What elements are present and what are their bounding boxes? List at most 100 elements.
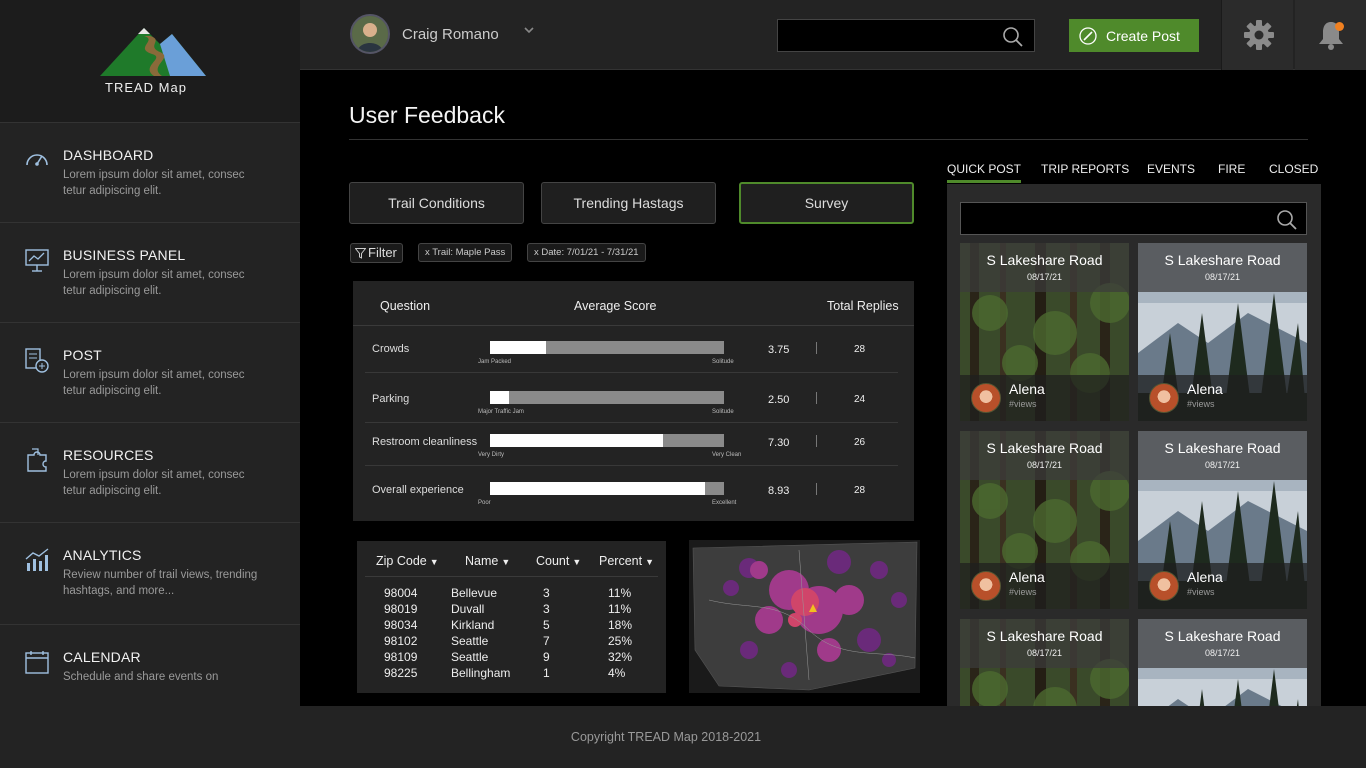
card-title: S Lakeshare Road: [1164, 440, 1281, 456]
card-username[interactable]: Alena: [1187, 381, 1223, 397]
average-score: 3.75: [768, 344, 790, 356]
survey-row: Restroom cleanliness Very Dirty Very Clean…: [353, 420, 914, 466]
filter-chip-trail[interactable]: x Trail: Maple Pass: [418, 243, 513, 262]
feed-search-input[interactable]: [960, 202, 1307, 235]
table-cell: 11%: [608, 586, 632, 600]
heat-map[interactable]: [689, 540, 920, 693]
tab-trending-hashtags[interactable]: Trending Hastags: [541, 182, 716, 224]
sidebar-item-post[interactable]: POST Lorem ipsum dolor sit amet, consec t…: [0, 322, 300, 422]
sidebar-item-business-panel[interactable]: BUSINESS PANEL Lorem ipsum dolor sit amet…: [0, 222, 300, 322]
sidebar-item-title: DASHBOARD: [63, 147, 154, 163]
card-views: #views: [1009, 399, 1037, 409]
column-header-percent[interactable]: Percent ▼: [599, 554, 654, 568]
post-card[interactable]: S Lakeshare Road08/17/21Alena#views: [1138, 619, 1307, 706]
table-cell: Bellevue: [451, 586, 498, 600]
column-header-name[interactable]: Name ▼: [465, 554, 510, 568]
tab-quick-post[interactable]: QUICK POST: [947, 162, 1022, 183]
mountain-logo-icon: [100, 28, 206, 76]
tab-survey[interactable]: Survey: [739, 182, 914, 224]
score-bar-fill: [490, 391, 509, 404]
divider: [816, 392, 817, 404]
table-row[interactable]: 98004 Bellevue 3 11%: [357, 586, 666, 602]
column-header-zip[interactable]: Zip Code ▼: [376, 554, 439, 568]
notifications-button[interactable]: [1295, 0, 1366, 70]
filter-chip-date[interactable]: x Date: 7/01/21 - 7/31/21: [527, 243, 646, 262]
total-replies: 28: [854, 485, 866, 496]
table-cell: 25%: [608, 634, 633, 648]
table-row[interactable]: 98034 Kirkland 5 18%: [357, 618, 666, 634]
divider: [816, 342, 817, 354]
scale-high-label: Solitude: [712, 409, 734, 415]
table-row[interactable]: 98102 Seattle 7 25%: [357, 634, 666, 650]
table-cell: 32%: [608, 650, 633, 664]
table-row[interactable]: 98225 Bellingham 1 4%: [357, 666, 666, 682]
post-card[interactable]: S Lakeshare Road08/17/21Alena#views: [1138, 243, 1307, 421]
tab-trip-reports[interactable]: TRIP REPORTS: [1041, 162, 1129, 176]
total-replies: 26: [854, 437, 866, 448]
card-username[interactable]: Alena: [1009, 569, 1045, 585]
feed-tabs: QUICK POST TRIP REPORTS EVENTS FIRE CLOS…: [947, 162, 1321, 184]
sidebar-item-description: Lorem ipsum dolor sit amet, consec tetur…: [63, 469, 245, 497]
column-header-count[interactable]: Count ▼: [536, 554, 581, 568]
avatar[interactable]: [1149, 571, 1179, 601]
tab-trail-conditions[interactable]: Trail Conditions: [349, 182, 524, 224]
avatar[interactable]: [971, 571, 1001, 601]
sidebar: TREAD Map DASHBOARD Lorem ipsum dolor sit…: [0, 0, 300, 706]
presentation-board-icon: [24, 247, 50, 273]
zip-code-table: Zip Code ▼ Name ▼ Count ▼ Percent ▼ 98004 Bel…: [357, 541, 666, 693]
feed-panel: S Lakeshare Road 08/17/21 Alena #views S Lak…: [947, 184, 1321, 706]
chevron-down-icon[interactable]: [523, 24, 535, 39]
table-cell: 5: [543, 618, 550, 632]
post-card[interactable]: S Lakeshare Road08/17/21Alena#views: [960, 619, 1129, 706]
funnel-icon: [355, 248, 366, 259]
notification-badge: [1335, 22, 1344, 31]
logo[interactable]: TREAD Map: [0, 0, 300, 122]
post-card[interactable]: S Lakeshare Road08/17/21Alena#views: [960, 431, 1129, 609]
sidebar-item-description: Review number of trail views, trending h…: [63, 569, 258, 597]
card-username[interactable]: Alena: [1187, 569, 1223, 585]
search-icon[interactable]: [1002, 26, 1024, 48]
average-score: 8.93: [768, 485, 790, 497]
column-header-average: Average Score: [574, 299, 657, 313]
survey-question: Restroom cleanliness: [372, 436, 478, 448]
sidebar-item-description: Lorem ipsum dolor sit amet, consec tetur…: [63, 369, 245, 397]
table-cell: Seattle: [451, 650, 489, 664]
card-title: S Lakeshare Road: [986, 252, 1103, 268]
chevron-down-icon: ▼: [572, 557, 582, 567]
sidebar-item-title: RESOURCES: [63, 447, 154, 463]
settings-button[interactable]: [1221, 0, 1293, 70]
chart-trend-icon: [24, 547, 50, 573]
tab-fire[interactable]: FIRE: [1218, 162, 1245, 176]
user-avatar[interactable]: [350, 14, 390, 54]
survey-question: Parking: [372, 393, 410, 405]
search-input[interactable]: [777, 19, 1035, 52]
scale-low-label: Very Dirty: [478, 452, 505, 458]
table-row[interactable]: 98019 Duvall 3 11%: [357, 602, 666, 618]
puzzle-icon: [24, 447, 50, 473]
search-icon[interactable]: [1276, 209, 1298, 231]
tab-events[interactable]: EVENTS: [1147, 162, 1195, 176]
post-card[interactable]: S Lakeshare Road08/17/21Alena#views: [1138, 431, 1307, 609]
tab-closed[interactable]: CLOSED: [1269, 162, 1318, 176]
divider: [365, 465, 898, 466]
user-name[interactable]: Craig Romano: [402, 26, 499, 43]
create-post-button[interactable]: Create Post: [1069, 19, 1199, 52]
post-card[interactable]: S Lakeshare Road08/17/21Alena#views: [960, 243, 1129, 421]
divider: [353, 325, 914, 326]
sidebar-item-dashboard[interactable]: DASHBOARD Lorem ipsum dolor sit amet, con…: [0, 122, 300, 222]
column-header-replies: Total Replies: [827, 299, 899, 313]
card-username[interactable]: Alena: [1009, 381, 1045, 397]
pencil-icon: [1079, 27, 1097, 45]
sidebar-item-analytics[interactable]: ANALYTICS Review number of trail views, t…: [0, 522, 300, 622]
filter-button[interactable]: Filter: [350, 243, 403, 263]
divider: [816, 483, 817, 495]
sidebar-item-resources[interactable]: RESOURCES Lorem ipsum dolor sit amet, con…: [0, 422, 300, 522]
map-image: [692, 541, 918, 691]
card-date: 08/17/21: [1204, 648, 1241, 658]
scale-low-label: Poor: [478, 500, 491, 506]
avatar[interactable]: [971, 383, 1001, 413]
total-replies: 24: [854, 394, 866, 405]
table-row[interactable]: 98109 Seattle 9 32%: [357, 650, 666, 666]
survey-panel: Question Average Score Total Replies Cro…: [353, 281, 914, 521]
avatar[interactable]: [1149, 383, 1179, 413]
